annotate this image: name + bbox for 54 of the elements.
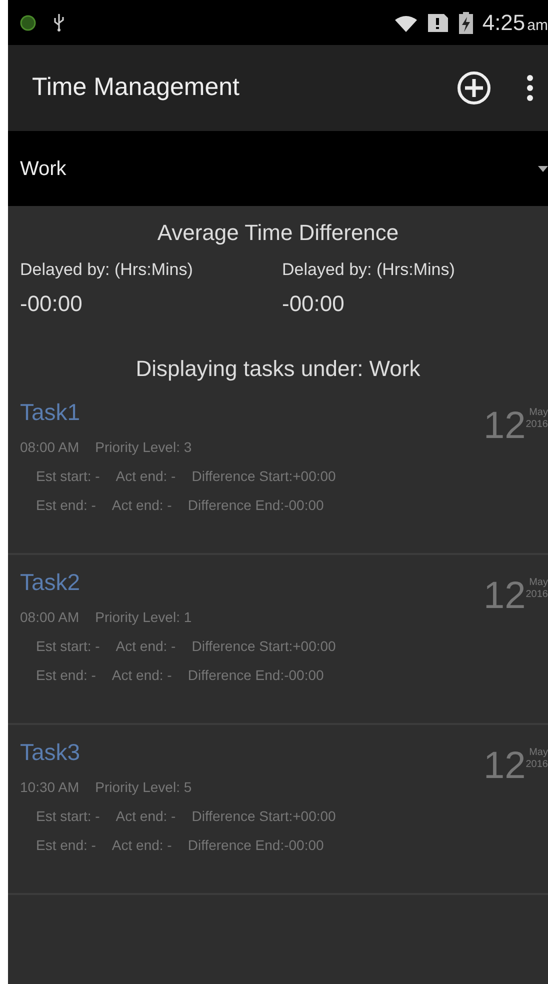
start-difference: Difference Start:+00:00: [192, 807, 336, 826]
date-month: May: [529, 746, 548, 758]
end-difference: Difference End:-00:00: [188, 496, 324, 515]
battery-icon: [458, 10, 474, 34]
actual-end: Act end: -: [112, 496, 172, 515]
task-priority: Priority Level: 5: [95, 778, 192, 797]
list-heading: Displaying tasks under: Work: [134, 354, 422, 383]
delay-value: -00:00: [282, 290, 346, 318]
end-difference: Difference End:-00:00: [188, 836, 324, 855]
category-dropdown[interactable]: Work: [8, 131, 548, 206]
section-heading: Average Time Difference: [156, 219, 400, 247]
usb-icon: [52, 13, 66, 32]
task-title: Task2: [20, 568, 82, 596]
task-time: 08:00 AM: [20, 608, 80, 627]
task-title: Task1: [20, 398, 82, 426]
actual-end: Act end: -: [116, 807, 176, 826]
app-title: Time Management: [32, 72, 240, 104]
date-year: 2016: [526, 418, 548, 430]
task-time: 08:00 AM: [20, 438, 80, 457]
sim-card-icon: [426, 12, 450, 34]
task-priority: Priority Level: 1: [95, 608, 192, 627]
actual-end: Act end: -: [116, 467, 176, 486]
date-day: 12: [483, 406, 526, 444]
est-end: Est end: -: [36, 666, 96, 685]
est-start: Est start: -: [36, 637, 100, 656]
date-year: 2016: [526, 758, 548, 770]
delay-label: Delayed by: (Hrs:Mins): [282, 259, 456, 281]
date-day: 12: [483, 746, 526, 784]
est-start: Est start: -: [36, 807, 100, 826]
actual-end: Act end: -: [116, 637, 176, 656]
est-end: Est end: -: [36, 836, 96, 855]
actual-end: Act end: -: [112, 836, 172, 855]
delay-value: -00:00: [20, 290, 84, 318]
task-time: 10:30 AM: [20, 778, 80, 797]
overflow-menu-icon[interactable]: [526, 74, 534, 102]
add-icon[interactable]: [456, 70, 492, 106]
notification-icon: [20, 14, 36, 30]
task-title: Task3: [20, 738, 82, 766]
clock-ampm: am: [527, 16, 548, 36]
caret-icon: [538, 166, 548, 172]
task-priority: Priority Level: 3: [95, 438, 192, 457]
end-difference: Difference End:-00:00: [188, 666, 324, 685]
date-month: May: [529, 576, 548, 588]
est-end: Est end: -: [36, 496, 96, 515]
date-month: May: [529, 406, 548, 418]
date-day: 12: [483, 576, 526, 614]
wifi-icon: [394, 14, 418, 32]
actual-end: Act end: -: [112, 666, 172, 685]
delay-label: Delayed by: (Hrs:Mins): [20, 259, 194, 281]
clock-time: 4:25: [482, 9, 526, 37]
start-difference: Difference Start:+00:00: [192, 467, 336, 486]
est-start: Est start: -: [36, 467, 100, 486]
start-difference: Difference Start:+00:00: [192, 637, 336, 656]
date-year: 2016: [526, 588, 548, 600]
